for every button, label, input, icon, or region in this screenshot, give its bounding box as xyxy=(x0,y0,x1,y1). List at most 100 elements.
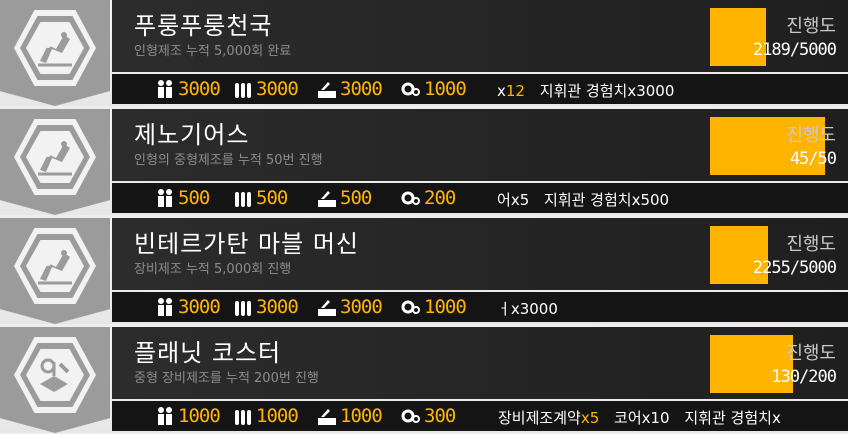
parts-icon xyxy=(401,300,420,314)
achievement-description: 중형 장비제조를 누적 200번 진행 xyxy=(134,371,319,386)
achievement-badge xyxy=(0,0,110,106)
ammo-icon xyxy=(235,192,251,207)
achievement-description: 인형제조 누적 5,000회 완료 xyxy=(134,44,292,59)
extra-rewards: 장비제조계약x5 코어x10 지휘관 경험치x xyxy=(498,407,791,428)
rations-reward: 3000 xyxy=(316,295,383,319)
doll-production-icon xyxy=(38,32,72,67)
progress-value: 45/50 xyxy=(789,149,837,169)
achievement-card[interactable]: 플래닛 코스터 중형 장비제조를 누적 200번 진행 진행도 130/200 … xyxy=(0,327,848,433)
ammo-reward: 3000 xyxy=(232,295,299,319)
manpower-icon xyxy=(158,298,172,316)
reward-count: x500 xyxy=(631,191,670,209)
progress-label: 진행도 xyxy=(786,234,836,255)
doll-production-icon xyxy=(38,250,72,285)
reward-count: x5 xyxy=(510,191,530,209)
reward-name: 코어 xyxy=(614,409,642,427)
achievement-title: 빈테르가탄 마블 머신 xyxy=(134,230,359,258)
ammo-amount: 3000 xyxy=(256,78,299,100)
ammo-icon xyxy=(235,301,251,316)
parts-icon xyxy=(401,191,420,205)
reward-name: 지휘관 경험치 xyxy=(539,82,628,100)
manpower-icon xyxy=(158,80,172,98)
rations-reward: 3000 xyxy=(316,77,383,101)
rations-amount: 3000 xyxy=(340,296,383,318)
parts-icon xyxy=(401,82,420,96)
parts-reward: 300 xyxy=(400,404,456,428)
achievement-title: 플래닛 코스터 xyxy=(134,339,282,367)
achievement-title: 제노기어스 xyxy=(134,121,250,149)
progress-box: 진행도 45/50 xyxy=(710,117,838,175)
parts-reward: 1000 xyxy=(400,295,467,319)
achievement-badge xyxy=(0,109,110,215)
manpower-amount: 3000 xyxy=(178,78,221,100)
reward-bar: 3000 3000 3000 1000 x12 지휘관 경험치x3000 xyxy=(112,74,848,104)
reward-name: 지휘관 경험치 xyxy=(684,409,772,427)
progress-label: 진행도 xyxy=(786,343,836,364)
title-bar: 빈테르가탄 마블 머신 장비제조 누적 5,000회 진행 진행도 2255/5… xyxy=(112,218,848,290)
manpower-reward: 3000 xyxy=(154,77,221,101)
ammo-reward: 500 xyxy=(232,186,288,210)
ammo-amount: 3000 xyxy=(256,296,299,318)
doll-production-icon xyxy=(38,141,72,176)
rations-reward: 500 xyxy=(316,186,372,210)
achievement-badge xyxy=(0,218,110,324)
reward-bar: 3000 3000 3000 1000 ㅓx3000 xyxy=(112,292,848,322)
achievement-card[interactable]: 푸룽푸룽천국 인형제조 누적 5,000회 완료 진행도 2189/5000 3… xyxy=(0,0,848,106)
achievement-badge xyxy=(0,327,110,433)
progress-label: 진행도 xyxy=(786,16,836,37)
reward-name: 어 xyxy=(497,191,511,209)
progress-value: 2189/5000 xyxy=(752,40,837,60)
extra-rewards: x12 지휘관 경험치x3000 xyxy=(497,80,684,101)
ammo-amount: 500 xyxy=(256,187,288,209)
reward-name: 장비제조계약 xyxy=(498,409,581,427)
reward-count: x3000 xyxy=(510,300,558,318)
reward-count: x10 xyxy=(641,409,670,427)
reward-count: x xyxy=(771,409,781,427)
manpower-amount: 3000 xyxy=(178,296,221,318)
reward-name: 지휘관 경험치 xyxy=(544,191,632,209)
reward-bar: 500 500 500 200 어x5 지휘관 경험치x500 xyxy=(112,183,848,213)
rations-amount: 500 xyxy=(340,187,372,209)
progress-label: 진행도 xyxy=(786,125,836,146)
parts-icon xyxy=(401,409,420,423)
rations-icon xyxy=(318,409,336,425)
progress-value: 2255/5000 xyxy=(752,258,837,278)
achievement-description: 인형의 중형제조를 누적 50번 진행 xyxy=(134,153,323,168)
extra-rewards: 어x5 지휘관 경험치x500 xyxy=(497,189,679,210)
progress-value: 130/200 xyxy=(771,367,837,387)
rations-amount: 1000 xyxy=(340,405,383,427)
title-bar: 푸룽푸룽천국 인형제조 누적 5,000회 완료 진행도 2189/5000 xyxy=(112,0,848,72)
progress-box: 진행도 130/200 xyxy=(710,335,838,393)
achievement-description: 장비제조 누적 5,000회 진행 xyxy=(134,262,292,277)
manpower-reward: 1000 xyxy=(154,404,221,428)
progress-box: 진행도 2255/5000 xyxy=(710,226,838,284)
parts-amount: 300 xyxy=(424,405,456,427)
parts-amount: 1000 xyxy=(424,78,467,100)
parts-amount: 200 xyxy=(424,187,456,209)
ammo-icon xyxy=(235,83,251,98)
manpower-icon xyxy=(158,407,172,425)
rations-icon xyxy=(318,300,336,316)
rations-reward: 1000 xyxy=(316,404,383,428)
progress-box: 진행도 2189/5000 xyxy=(710,8,838,66)
manpower-reward: 500 xyxy=(154,186,210,210)
achievement-card[interactable]: 빈테르가탄 마블 머신 장비제조 누적 5,000회 진행 진행도 2255/5… xyxy=(0,218,848,324)
reward-count: 12 xyxy=(505,82,525,100)
manpower-reward: 3000 xyxy=(154,295,221,319)
rations-amount: 3000 xyxy=(340,78,383,100)
reward-name: ㅓ xyxy=(497,300,511,318)
ammo-reward: 1000 xyxy=(232,404,299,428)
parts-reward: 200 xyxy=(400,186,456,210)
reward-bar: 1000 1000 1000 300 장비제조계약x5 코어x10 지휘관 경험… xyxy=(112,401,848,431)
ammo-reward: 3000 xyxy=(232,77,299,101)
reward-prefix: x xyxy=(497,82,506,100)
title-bar: 제노기어스 인형의 중형제조를 누적 50번 진행 진행도 45/50 xyxy=(112,109,848,181)
reward-count: x5 xyxy=(580,409,600,427)
manpower-amount: 500 xyxy=(178,187,210,209)
achievement-card[interactable]: 제노기어스 인형의 중형제조를 누적 50번 진행 진행도 45/50 500 … xyxy=(0,109,848,215)
extra-rewards: ㅓx3000 xyxy=(497,298,568,319)
manpower-amount: 1000 xyxy=(178,405,221,427)
parts-amount: 1000 xyxy=(424,296,467,318)
rations-icon xyxy=(318,82,336,98)
ammo-amount: 1000 xyxy=(256,405,299,427)
